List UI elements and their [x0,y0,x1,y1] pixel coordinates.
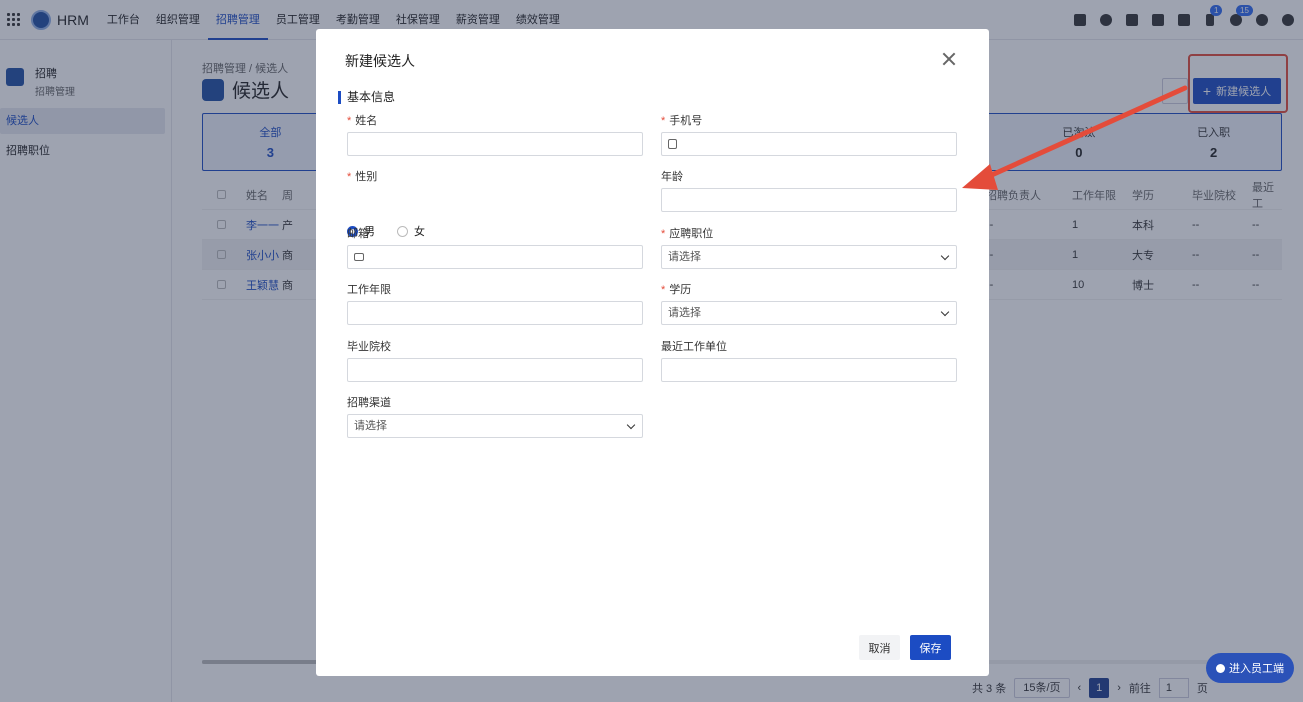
employee-portal-label: 进入员工端 [1229,663,1284,675]
employee-portal-button[interactable]: 进入员工端 [1206,653,1294,683]
user-icon [1216,663,1225,673]
annotation-arrow [962,85,1188,190]
